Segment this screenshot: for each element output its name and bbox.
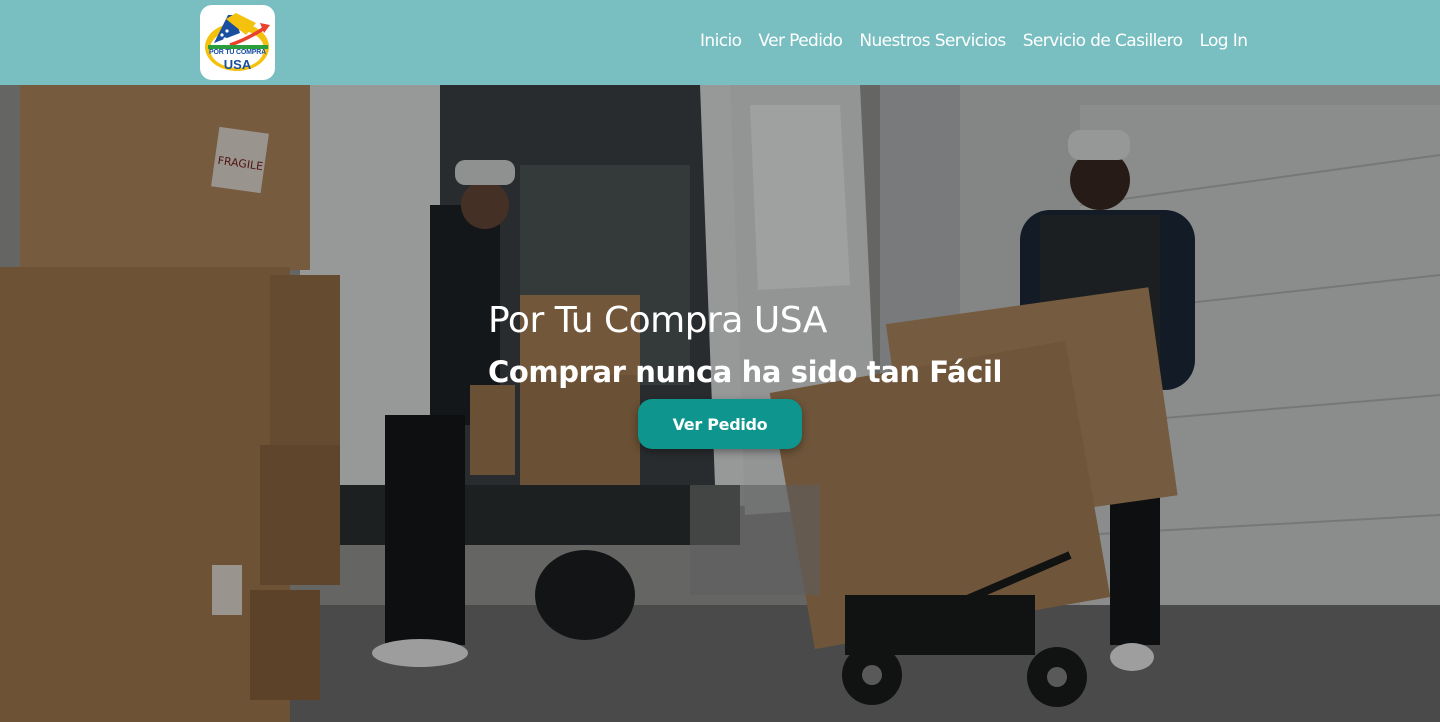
nav-link-ver-pedido[interactable]: Ver Pedido (758, 31, 843, 51)
hero-subtitle: Comprar nunca ha sido tan Fácil (488, 355, 1003, 389)
navbar: POR TU COMPRA USA Inicio Ver Pedido Nues… (0, 0, 1440, 85)
brand-logo[interactable]: POR TU COMPRA USA (200, 5, 275, 80)
hero-title: Por Tu Compra USA (488, 300, 827, 341)
logo-bottom-text: USA (223, 57, 252, 72)
nav-link-inicio[interactable]: Inicio (700, 31, 742, 51)
main-nav: Inicio Ver Pedido Nuestros Servicios Ser… (700, 31, 1248, 51)
logo-top-text: POR TU COMPRA (209, 49, 266, 56)
ver-pedido-button[interactable]: Ver Pedido (638, 399, 802, 449)
nav-link-nuestros-servicios[interactable]: Nuestros Servicios (859, 31, 1006, 51)
nav-link-log-in[interactable]: Log In (1199, 31, 1248, 51)
hero-section: FRAGILE Por Tu Compra USA Comprar nunca … (0, 85, 1440, 722)
nav-link-servicio-casillero[interactable]: Servicio de Casillero (1023, 31, 1183, 51)
